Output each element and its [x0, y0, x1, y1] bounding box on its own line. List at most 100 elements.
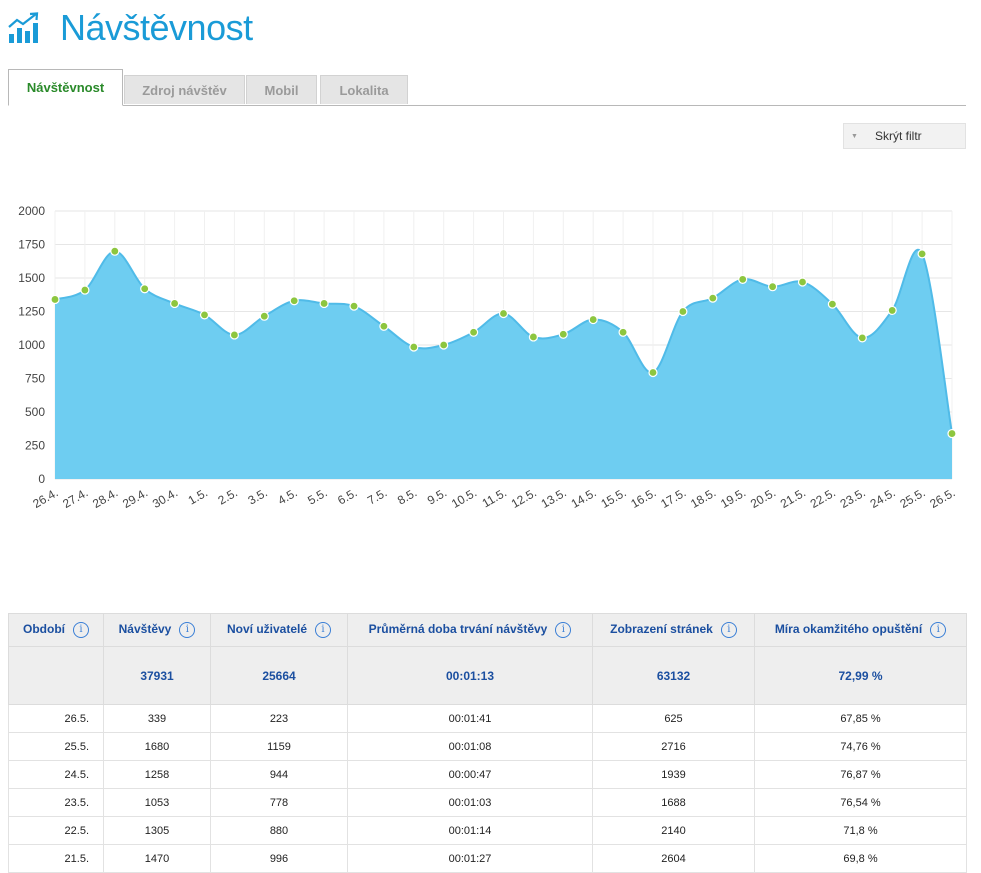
x-tick-label: 1.5.: [186, 485, 210, 507]
data-point[interactable]: [379, 321, 389, 331]
x-tick-label: 12.5.: [509, 485, 539, 510]
info-icon[interactable]: i: [720, 622, 737, 638]
table-cell: 26.5.: [8, 704, 104, 733]
tab-lokalita[interactable]: Lokalita: [320, 75, 408, 104]
table-cell: 339: [103, 704, 211, 733]
data-point[interactable]: [498, 308, 509, 319]
data-point[interactable]: [827, 299, 838, 309]
hide-filter-button[interactable]: ▼ Skrýt filtr: [843, 123, 966, 149]
data-point[interactable]: [289, 296, 299, 306]
tab-zdroj-navstev[interactable]: Zdroj návštěv: [124, 75, 245, 104]
x-tick-label: 3.5.: [245, 485, 269, 507]
data-point[interactable]: [708, 293, 718, 303]
info-icon[interactable]: i: [73, 622, 89, 638]
info-icon[interactable]: i: [179, 622, 196, 638]
x-tick-label: 15.5.: [598, 485, 628, 510]
x-tick-label: 27.4.: [60, 485, 90, 510]
data-point[interactable]: [558, 329, 568, 339]
data-point[interactable]: [110, 246, 120, 256]
table-cell: 69,8 %: [754, 844, 967, 873]
table-cell: 00:01:14: [347, 816, 593, 845]
col-header-pageviews[interactable]: Zobrazení stránek i: [592, 613, 755, 647]
data-point[interactable]: [767, 282, 778, 292]
data-point[interactable]: [319, 298, 329, 309]
data-point[interactable]: [170, 298, 180, 309]
x-tick-label: 7.5.: [365, 485, 389, 507]
table-cell: 944: [210, 760, 348, 789]
data-point[interactable]: [140, 284, 150, 294]
table-cell: 1053: [103, 788, 211, 817]
data-point[interactable]: [469, 327, 479, 337]
tab-mobil[interactable]: Mobil: [246, 75, 317, 104]
table-row: 23.5. 1053 778 00:01:03 1688 76,54 %: [8, 788, 967, 817]
col-header-avg-duration[interactable]: Průměrná doba trvání návštěvy i: [347, 613, 593, 647]
x-tick-label: 20.5.: [748, 485, 778, 510]
data-point[interactable]: [648, 367, 658, 378]
data-point[interactable]: [439, 340, 449, 350]
col-header-visits[interactable]: Návštěvy i: [103, 613, 211, 647]
data-point[interactable]: [80, 285, 90, 295]
data-point[interactable]: [588, 314, 598, 325]
data-point[interactable]: [349, 301, 359, 311]
visits-area-chart: 0 250 500 750 1000 1250 1500 1750 2000 26.4. 27.4…: [18, 204, 957, 511]
table-cell: 1680: [103, 732, 211, 761]
data-point[interactable]: [199, 310, 210, 320]
x-tick-label: 26.5.: [927, 485, 957, 510]
x-tick-label: 13.5.: [539, 485, 569, 510]
table-cell: 1159: [210, 732, 348, 761]
bar-chart-up-icon: [8, 12, 39, 43]
data-point[interactable]: [618, 327, 628, 337]
table-row: 25.5. 1680 1159 00:01:08 2716 74,76 %: [8, 732, 967, 761]
col-header-bounce-rate[interactable]: Míra okamžitého opuštění i: [754, 613, 967, 647]
x-tick-label: 2.5.: [216, 485, 240, 507]
info-icon[interactable]: i: [555, 622, 572, 638]
data-point[interactable]: [528, 332, 539, 342]
table-cell: 71,8 %: [754, 816, 967, 845]
x-tick-label: 10.5.: [449, 485, 479, 510]
data-point[interactable]: [797, 277, 808, 287]
y-tick-label: 1750: [18, 238, 45, 252]
table-row: 24.5. 1258 944 00:00:47 1939 76,87 %: [8, 760, 967, 789]
data-point[interactable]: [887, 305, 897, 316]
tab-navstevnost[interactable]: Návštěvnost: [8, 69, 123, 106]
data-point[interactable]: [947, 428, 957, 439]
x-tick-label: 28.4.: [90, 485, 120, 510]
info-icon[interactable]: i: [930, 622, 947, 638]
total-cell: 63132: [592, 646, 755, 705]
total-cell: 25664: [210, 646, 348, 705]
table-cell: 76,87 %: [754, 760, 967, 789]
table-cell: 2716: [592, 732, 755, 761]
x-tick-label: 5.5.: [305, 485, 329, 507]
data-point[interactable]: [229, 330, 239, 340]
data-point[interactable]: [50, 294, 60, 305]
table-cell: 1258: [103, 760, 211, 789]
visits-table: Období i Návštěvy i Noví uživatelé i Průměr…: [8, 613, 967, 873]
table-cell: 625: [592, 704, 755, 733]
total-cell: 72,99 %: [754, 646, 967, 705]
page-title: Návštěvnost: [60, 7, 253, 48]
col-header-new-users[interactable]: Noví uživatelé i: [210, 613, 348, 647]
data-point[interactable]: [678, 306, 688, 317]
data-point[interactable]: [857, 333, 867, 343]
data-point[interactable]: [259, 311, 269, 321]
y-tick-label: 1250: [18, 305, 45, 319]
table-cell: 2140: [592, 816, 755, 845]
page-header: Návštěvnost: [8, 4, 253, 52]
table-header-row: Období i Návštěvy i Noví uživatelé i Průměr…: [8, 613, 967, 647]
data-point[interactable]: [917, 249, 927, 259]
total-cell: [8, 646, 104, 705]
col-header-period[interactable]: Období i: [8, 613, 104, 647]
x-tick-label: 25.5.: [897, 485, 927, 510]
y-tick-label: 2000: [18, 204, 45, 218]
data-point[interactable]: [409, 342, 419, 352]
table-cell: 778: [210, 788, 348, 817]
x-tick-label: 18.5.: [688, 485, 718, 510]
info-icon[interactable]: i: [315, 622, 332, 638]
table-cell: 2604: [592, 844, 755, 873]
table-cell: 74,76 %: [754, 732, 967, 761]
table-cell: 23.5.: [8, 788, 104, 817]
table-cell: 00:01:03: [347, 788, 593, 817]
table-cell: 00:01:41: [347, 704, 593, 733]
tab-bar: Návštěvnost Zdroj návštěv Mobil Lokalita: [8, 69, 966, 106]
data-point[interactable]: [738, 274, 748, 284]
